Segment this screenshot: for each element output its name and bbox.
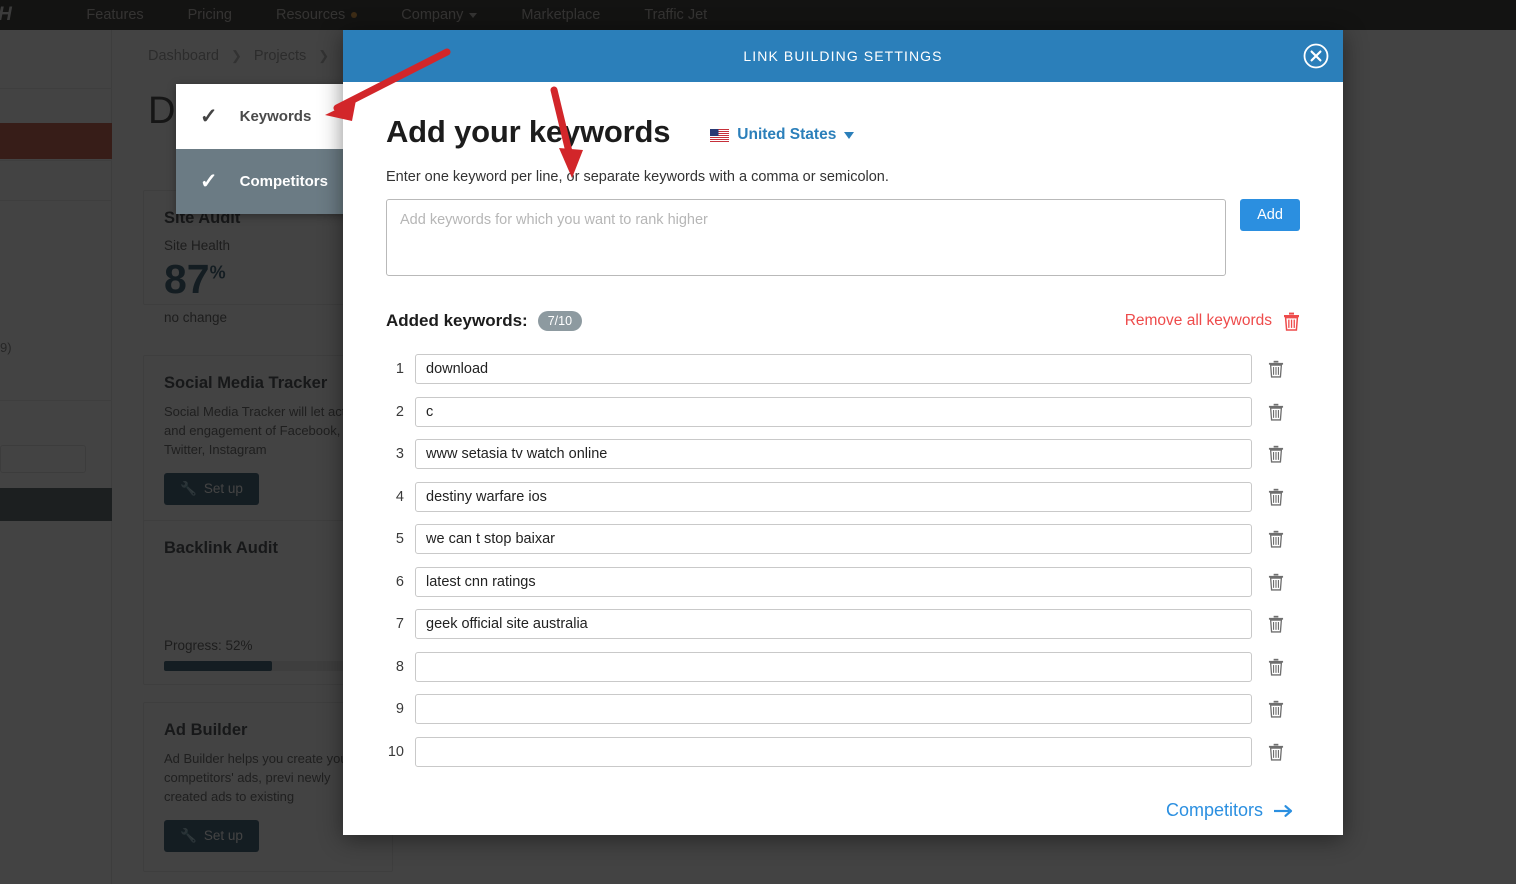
country-name: United States — [737, 126, 837, 143]
keyword-row: 7 — [386, 603, 1300, 646]
trash-icon — [1268, 403, 1284, 421]
keyword-row-index: 3 — [395, 446, 404, 463]
trash-icon — [1268, 573, 1284, 591]
keyword-rows-list: 1 2 3 4 5 6 7 8 9 10 — [386, 348, 1300, 773]
trash-icon — [1268, 531, 1284, 548]
link-building-settings-modal: LINK BUILDING SETTINGS Add your keywords — [343, 30, 1343, 835]
keyword-row-index: 7 — [395, 616, 404, 633]
next-step-label: Competitors — [1165, 800, 1263, 820]
delete-keyword-button[interactable] — [1252, 743, 1300, 761]
arrow-right-icon — [1274, 804, 1293, 817]
trash-icon — [1284, 312, 1299, 331]
keyword-row: 9 — [386, 688, 1300, 731]
delete-keyword-button[interactable] — [1252, 573, 1300, 591]
keyword-field-2[interactable] — [415, 396, 1252, 427]
check-icon: ✓ — [200, 170, 218, 193]
chevron-down-icon — [844, 131, 855, 139]
remove-all-keywords-button[interactable]: Remove all keywords — [1125, 312, 1300, 331]
trash-icon — [1268, 701, 1284, 718]
keyword-row-index: 4 — [395, 488, 404, 505]
sidebar-item-label: Keywords — [239, 108, 312, 125]
trash-icon — [1268, 658, 1284, 676]
keyword-input-textarea[interactable] — [386, 199, 1226, 276]
modal-subtitle: Enter one keyword per line, or separate … — [386, 169, 889, 185]
keyword-field-5[interactable] — [415, 524, 1252, 555]
keyword-field-9[interactable] — [415, 694, 1252, 725]
keyword-field-6[interactable] — [415, 566, 1252, 597]
keyword-row: 8 — [386, 646, 1300, 689]
delete-keyword-button[interactable] — [1252, 530, 1300, 548]
modal-footer: Competitors — [386, 800, 1300, 821]
keyword-row-index: 2 — [395, 403, 404, 420]
keyword-row: 6 — [386, 561, 1300, 604]
modal-header: LINK BUILDING SETTINGS — [343, 30, 1343, 82]
sidebar-item-label: Competitors — [239, 173, 328, 190]
keyword-row: 3 — [386, 433, 1300, 476]
add-button[interactable]: Add — [1240, 199, 1300, 231]
keyword-row: 2 — [386, 391, 1300, 434]
keyword-field-4[interactable] — [415, 481, 1252, 512]
keyword-row-index: 1 — [395, 361, 404, 378]
keyword-row-index: 5 — [395, 531, 404, 548]
keyword-row-index: 6 — [395, 573, 404, 590]
delete-keyword-button[interactable] — [1252, 360, 1300, 378]
keyword-row: 5 — [386, 518, 1300, 561]
added-keywords-count-badge: 7/10 — [537, 311, 583, 331]
keyword-row-index: 9 — [395, 701, 404, 718]
keyword-row-index: 8 — [395, 658, 404, 675]
keyword-row: 4 — [386, 476, 1300, 519]
us-flag-icon — [710, 128, 730, 142]
delete-keyword-button[interactable] — [1252, 445, 1300, 463]
country-selector[interactable]: United States — [710, 126, 855, 144]
trash-icon — [1268, 616, 1284, 633]
trash-icon — [1268, 743, 1284, 761]
delete-keyword-button[interactable] — [1252, 403, 1300, 421]
trash-icon — [1268, 446, 1284, 463]
check-icon: ✓ — [200, 105, 218, 128]
modal-heading: Add your keywords — [386, 114, 671, 149]
keyword-row: 10 — [386, 731, 1300, 774]
delete-keyword-button[interactable] — [1252, 615, 1300, 633]
keyword-field-3[interactable] — [415, 439, 1252, 470]
added-keywords-header: Added keywords: 7/10 Remove all keywords — [386, 311, 1300, 331]
close-icon[interactable] — [1301, 41, 1331, 71]
remove-all-keywords-label: Remove all keywords — [1124, 312, 1272, 329]
keyword-field-8[interactable] — [415, 651, 1252, 682]
heading-row: Add your keywords United States — [386, 114, 1300, 150]
added-keywords-left: Added keywords: 7/10 — [386, 311, 583, 331]
modal-body: Add your keywords United States Enter on… — [343, 82, 1343, 835]
keyword-entry-row: Add — [386, 199, 1300, 276]
trash-icon — [1268, 361, 1284, 378]
keyword-field-1[interactable] — [415, 354, 1252, 385]
keyword-row: 1 — [386, 348, 1300, 391]
keyword-field-10[interactable] — [415, 736, 1252, 767]
modal-title: LINK BUILDING SETTINGS — [743, 48, 943, 64]
keyword-row-index: 10 — [387, 743, 404, 760]
added-keywords-label: Added keywords: — [386, 311, 528, 330]
keyword-field-7[interactable] — [415, 609, 1252, 640]
delete-keyword-button[interactable] — [1252, 658, 1300, 676]
delete-keyword-button[interactable] — [1252, 488, 1300, 506]
delete-keyword-button[interactable] — [1252, 700, 1300, 718]
next-step-competitors-link[interactable]: Competitors — [1166, 800, 1293, 821]
trash-icon — [1268, 488, 1284, 506]
